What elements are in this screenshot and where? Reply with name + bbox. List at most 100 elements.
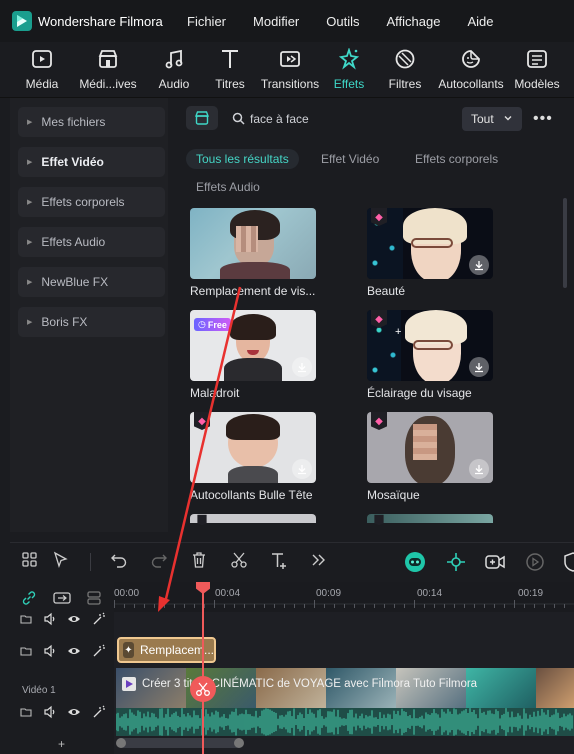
tab-templates[interactable]: Modèles (504, 48, 570, 91)
effect-card-autocollants-bulle[interactable]: ◆ Autocollants Bulle Tête (190, 412, 316, 502)
audio-link-icon[interactable] (53, 590, 71, 606)
ruler-tick-label: 00:19 (518, 588, 544, 599)
magic-wand-icon[interactable] (92, 644, 106, 658)
video-clip-icon (122, 677, 136, 691)
expand-arrow-icon: ▶ (27, 279, 33, 286)
menu-bar: Fichier Modifier Outils Affichage Aide (187, 0, 521, 42)
effect-thumbnail: + ◆ (367, 310, 493, 381)
menu-aide[interactable]: Aide (467, 14, 493, 29)
download-icon[interactable] (292, 357, 312, 377)
chip-effets-audio[interactable]: Effets Audio (196, 177, 260, 197)
store-button[interactable] (186, 106, 218, 130)
add-track-button[interactable]: + (58, 737, 65, 751)
menu-fichier[interactable]: Fichier (187, 14, 226, 29)
folder-lock-icon[interactable] (20, 613, 32, 625)
sidebar-item-effet-video[interactable]: ▶ Effet Vidéo (18, 147, 165, 177)
premium-gem-icon: ◆ (371, 310, 387, 328)
magic-wand-icon[interactable] (92, 612, 106, 626)
eye-visibility-icon[interactable] (67, 705, 81, 719)
playback-circle-icon[interactable] (524, 551, 546, 573)
shield-icon[interactable] (562, 551, 574, 573)
waveform-graphic (116, 708, 573, 736)
download-icon[interactable] (469, 459, 489, 479)
link-chain-icon[interactable] (21, 590, 37, 606)
free-badge: ◷ Free (194, 318, 231, 331)
expand-arrow-icon: ▶ (27, 199, 33, 206)
menu-affichage[interactable]: Affichage (387, 14, 441, 29)
download-icon[interactable] (469, 255, 489, 275)
layout-grid-icon[interactable] (21, 551, 39, 569)
effect-thumbnail: ◷ Free (190, 310, 316, 381)
filter-dropdown[interactable]: Tout (462, 107, 522, 131)
eye-visibility-icon[interactable] (67, 612, 81, 626)
track-headers (10, 582, 114, 754)
more-tools-chevron-icon[interactable] (310, 551, 328, 569)
effect-card-partial[interactable] (367, 514, 493, 526)
sidebar-item-newblue-fx[interactable]: ▶ NewBlue FX (18, 267, 165, 297)
timeline-horizontal-scrollbar[interactable] (116, 738, 244, 748)
effect-card-eclairage[interactable]: + ◆ Éclairage du visage (367, 310, 493, 400)
effect-card-maladroit[interactable]: ◷ Free Maladroit (190, 310, 316, 400)
playhead-scissors-icon[interactable] (190, 676, 216, 702)
results-scrollbar[interactable] (563, 198, 567, 288)
sidebar-item-mes-fichiers[interactable]: ▶ Mes fichiers (18, 107, 165, 137)
snap-magnet-icon[interactable] (445, 551, 467, 573)
select-pointer-icon[interactable] (52, 551, 70, 569)
more-options-icon[interactable]: ••• (533, 110, 553, 128)
effect-thumbnail: ◆ (367, 208, 493, 279)
effect-card-beaute[interactable]: ◆ Beauté (367, 208, 493, 298)
expand-arrow-icon: ▶ (27, 159, 33, 166)
stickers-icon (462, 50, 480, 68)
folder-lock-icon[interactable] (20, 645, 32, 657)
tab-media[interactable]: Média (9, 48, 75, 91)
menu-outils[interactable]: Outils (326, 14, 359, 29)
speaker-icon[interactable] (43, 705, 57, 719)
audio-waveform[interactable] (116, 708, 574, 736)
ruler-tick-label: 00:09 (316, 588, 342, 599)
effect-thumbnail (190, 208, 316, 279)
premium-gem-icon: ◆ (194, 412, 210, 430)
effect-clip-icon: ✦ (123, 642, 134, 658)
chip-effets-corporels[interactable]: Effets corporels (415, 149, 498, 169)
speaker-icon[interactable] (43, 612, 57, 626)
tab-titles[interactable]: Titres (197, 48, 263, 91)
effect-card-partial[interactable] (190, 514, 316, 526)
download-icon[interactable] (469, 357, 489, 377)
effect-card-remplacement[interactable]: Remplacement de vis... (190, 208, 316, 298)
playhead[interactable] (202, 582, 204, 754)
tab-transitions[interactable]: Transitions (257, 48, 323, 91)
filters-icon (395, 49, 415, 69)
folder-lock-icon[interactable] (20, 706, 32, 718)
eye-visibility-icon[interactable] (67, 644, 81, 658)
track-label-video-1: Vidéo 1 (22, 685, 56, 696)
add-media-camera-icon[interactable] (484, 551, 506, 573)
media-icon (32, 50, 52, 68)
menu-modifier[interactable]: Modifier (253, 14, 299, 29)
ruler-tick-label: 00:00 (114, 588, 140, 599)
scissors-split-icon[interactable] (230, 551, 248, 569)
tab-stock-media[interactable]: Médi...ives (75, 48, 141, 91)
delete-trash-icon[interactable] (190, 551, 208, 569)
speaker-icon[interactable] (43, 644, 57, 658)
premium-gem-icon: ◆ (371, 412, 387, 430)
tab-stickers[interactable]: Autocollants (438, 48, 504, 91)
chip-effet-video[interactable]: Effet Vidéo (321, 149, 379, 169)
download-icon[interactable] (292, 459, 312, 479)
app-title: Wondershare Filmora (38, 13, 163, 29)
chip-all-results[interactable]: Tous les résultats (186, 149, 299, 169)
magic-wand-icon[interactable] (92, 705, 106, 719)
tab-filters[interactable]: Filtres (372, 48, 438, 91)
effect-card-mosaique[interactable]: ◆ Mosaïque (367, 412, 493, 502)
text-insert-icon[interactable] (270, 551, 290, 569)
sidebar-item-effets-corporels[interactable]: ▶ Effets corporels (18, 187, 165, 217)
redo-icon[interactable] (150, 551, 168, 569)
search-input[interactable] (250, 109, 450, 129)
toolbar-divider (90, 553, 91, 571)
store-icon (194, 111, 210, 125)
ai-mascot-icon[interactable] (404, 551, 426, 573)
undo-icon[interactable] (110, 551, 128, 569)
sidebar-item-boris-fx[interactable]: ▶ Boris FX (18, 307, 165, 337)
track-manager-icon[interactable] (86, 590, 102, 606)
filmora-window: Wondershare Filmora Fichier Modifier Out… (0, 0, 574, 754)
sidebar-item-effets-audio[interactable]: ▶ Effets Audio (18, 227, 165, 257)
